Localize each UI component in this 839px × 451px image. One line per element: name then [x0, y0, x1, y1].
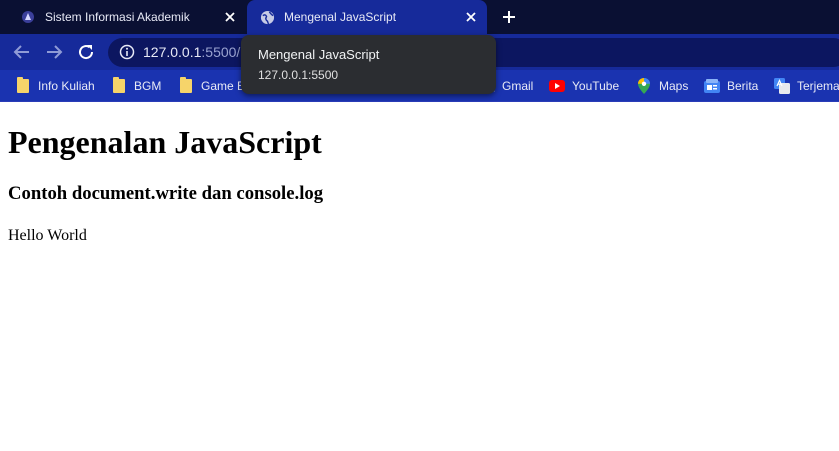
new-tab-button[interactable] [499, 7, 519, 27]
bookmark-label: BGM [134, 79, 162, 93]
url-host: 127.0.0.1 [143, 44, 202, 60]
arrow-right-icon [47, 45, 63, 59]
arrow-left-icon [13, 45, 29, 59]
bookmark-terjemahan[interactable]: Terjema [774, 76, 839, 96]
translate-icon [774, 78, 790, 94]
address-url[interactable]: 127.0.0.1:5500/ [143, 44, 240, 60]
plus-icon [503, 11, 515, 23]
folder-icon [111, 77, 127, 94]
bookmark-bgm[interactable]: BGM [111, 76, 161, 96]
page-subheading: Contoh document.write dan console.log [8, 183, 324, 204]
bookmark-youtube[interactable]: YouTube [549, 76, 619, 96]
news-icon [704, 78, 720, 94]
tab-title: Mengenal JavaScript [284, 10, 397, 24]
globe-icon [259, 9, 275, 25]
campus-logo-icon [20, 9, 36, 25]
reload-button[interactable] [75, 41, 97, 63]
tab-hover-tooltip: Mengenal JavaScript 127.0.0.1:5500 [241, 35, 496, 94]
bookmark-game[interactable]: Game E [178, 76, 245, 96]
close-icon[interactable] [463, 9, 479, 25]
url-port-path: :5500/ [201, 44, 241, 60]
bookmark-label: Info Kuliah [38, 79, 95, 93]
bookmark-label: Gmail [502, 79, 534, 93]
tab-title: Sistem Informasi Akademik [45, 10, 190, 24]
bookmark-label: YouTube [572, 79, 620, 93]
bookmark-label: Maps [659, 79, 689, 93]
maps-icon [636, 78, 652, 94]
tooltip-url: 127.0.0.1:5500 [258, 68, 339, 82]
page-content: Pengenalan JavaScript Contoh document.wr… [0, 103, 839, 451]
bookmark-maps[interactable]: Maps [636, 76, 688, 96]
info-icon[interactable] [119, 44, 135, 60]
folder-icon [15, 77, 31, 94]
output-text: Hello World [8, 227, 87, 244]
folder-icon [178, 77, 194, 94]
bookmark-label: Game E [201, 79, 246, 93]
back-button[interactable] [11, 41, 33, 63]
tab-strip: Sistem Informasi Akademik Mengenal JavaS… [0, 0, 839, 34]
youtube-icon [549, 78, 565, 94]
bookmark-info-kuliah[interactable]: Info Kuliah [15, 76, 95, 96]
close-icon[interactable] [222, 9, 238, 25]
forward-button[interactable] [43, 41, 65, 63]
tooltip-title: Mengenal JavaScript [258, 47, 380, 62]
tab-sistem-informasi-akademik[interactable]: Sistem Informasi Akademik [8, 0, 246, 34]
page-title: Pengenalan JavaScript [8, 124, 322, 160]
bookmark-berita[interactable]: Berita [704, 76, 758, 96]
bookmark-label: Terjema [797, 79, 839, 93]
tab-mengenal-javascript[interactable]: Mengenal JavaScript [247, 0, 487, 34]
bookmark-label: Berita [727, 79, 759, 93]
reload-icon [79, 45, 94, 60]
